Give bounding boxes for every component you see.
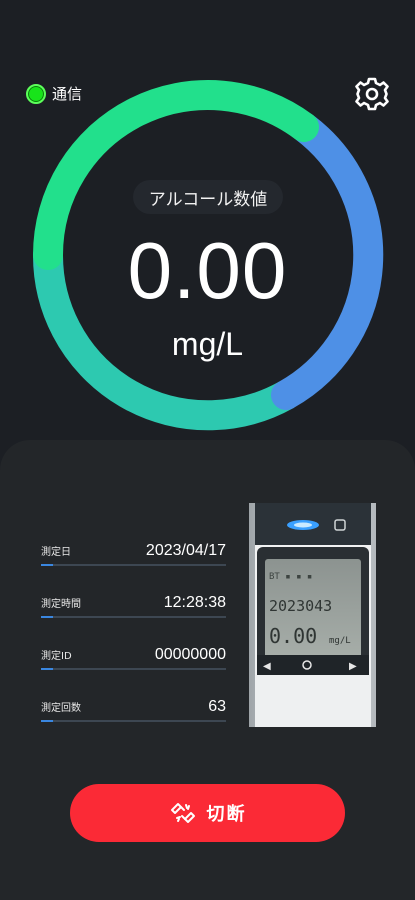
info-divider bbox=[41, 616, 226, 618]
connection-status: 通信 bbox=[26, 83, 82, 104]
app-screen: アルコール数値 0.00 mg/L 通信 測定日 2023/04/17 測定時間… bbox=[0, 0, 415, 900]
alcohol-reading-unit: mg/L bbox=[171, 326, 244, 362]
alcohol-gauge: アルコール数値 0.00 mg/L bbox=[0, 0, 415, 440]
svg-text:BT ▪ ▪ ▪: BT ▪ ▪ ▪ bbox=[269, 572, 312, 582]
info-row-date: 測定日 2023/04/17 bbox=[41, 540, 226, 566]
disconnect-icon bbox=[170, 803, 195, 823]
info-label: 測定ID bbox=[41, 651, 72, 662]
info-value: 2023/04/17 bbox=[145, 542, 226, 559]
device-date-readout: 2023043 bbox=[269, 597, 332, 615]
device-photo[interactable]: BT ▪ ▪ ▪ 2023043 0.00 mg/L ◀ ▶ bbox=[249, 503, 376, 727]
svg-text:▶: ▶ bbox=[349, 661, 357, 672]
info-value: 12:28:38 bbox=[163, 594, 226, 611]
status-indicator-icon bbox=[26, 83, 46, 104]
info-divider-accent bbox=[41, 616, 53, 618]
info-divider bbox=[41, 720, 226, 722]
disconnect-button[interactable]: 切断 bbox=[70, 784, 345, 842]
info-label: 測定時間 bbox=[41, 599, 81, 610]
info-divider-accent bbox=[41, 564, 53, 566]
gear-icon bbox=[355, 77, 389, 111]
device-value-readout: 0.00 bbox=[269, 624, 317, 648]
settings-button[interactable] bbox=[352, 74, 392, 114]
svg-text:◀: ◀ bbox=[263, 661, 271, 672]
info-row-count: 測定回数 63 bbox=[41, 696, 226, 722]
svg-text:mg/L: mg/L bbox=[329, 636, 351, 646]
info-value: 00000000 bbox=[154, 646, 226, 663]
info-divider-accent bbox=[41, 668, 53, 670]
status-label: 通信 bbox=[52, 85, 83, 103]
info-value: 63 bbox=[208, 698, 226, 715]
info-divider bbox=[41, 564, 226, 566]
breathalyzer-device-image: BT ▪ ▪ ▪ 2023043 0.00 mg/L ◀ ▶ bbox=[249, 503, 376, 727]
gauge-ring bbox=[32, 80, 384, 431]
info-row-time: 測定時間 12:28:38 bbox=[41, 592, 226, 618]
info-label: 測定日 bbox=[41, 547, 71, 558]
reading-caption: アルコール数値 bbox=[133, 180, 283, 214]
alcohol-reading-value: 0.00 bbox=[127, 226, 288, 315]
info-row-id: 測定ID 00000000 bbox=[41, 644, 226, 670]
info-divider-accent bbox=[41, 720, 53, 722]
disconnect-label: 切断 bbox=[206, 804, 247, 825]
info-divider bbox=[41, 668, 226, 670]
info-label: 測定回数 bbox=[41, 703, 81, 714]
